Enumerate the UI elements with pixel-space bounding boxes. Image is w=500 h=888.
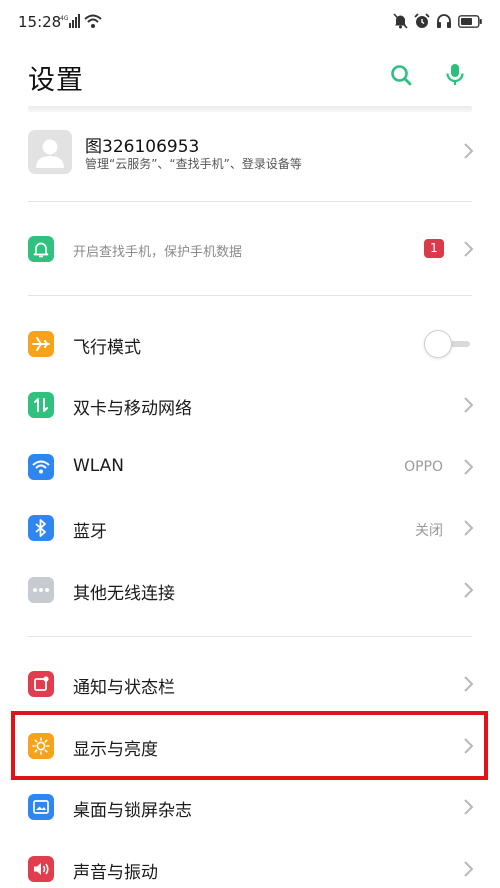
sound-vibration-row[interactable]: 声音与振动 xyxy=(0,841,500,888)
section-divider xyxy=(28,295,472,296)
chevron-right-icon xyxy=(464,241,474,257)
other-wireless-label: 其他无线连接 xyxy=(73,584,175,604)
chevron-right-icon xyxy=(464,397,474,413)
wallpaper-icon xyxy=(33,800,49,814)
section-divider xyxy=(28,636,472,637)
status-bar: 15:28 4G xyxy=(0,0,500,46)
sim-mobile-network-row[interactable]: 双卡与移动网络 xyxy=(0,377,500,433)
speaker-icon xyxy=(34,863,49,875)
battery-icon xyxy=(458,14,482,28)
airplane-icon xyxy=(32,337,50,351)
wifi-icon xyxy=(32,460,50,474)
chevron-right-icon xyxy=(464,582,474,598)
page-title: 设置 xyxy=(28,65,84,96)
wlan-row[interactable]: WLAN OPPO xyxy=(0,439,500,495)
more-dots-icon xyxy=(33,588,49,592)
avatar xyxy=(28,130,72,174)
toggle-knob xyxy=(424,330,452,358)
account-row[interactable]: 图326106953 管理“云服务”、“查找手机”、登录设备等 xyxy=(0,118,500,188)
alarm-icon xyxy=(414,13,430,28)
bluetooth-icon-tile xyxy=(28,515,54,541)
status-left-icons: 4G xyxy=(60,14,102,28)
chevron-right-icon xyxy=(464,861,474,877)
header-divider xyxy=(28,106,472,112)
airplane-mode-toggle[interactable] xyxy=(424,330,472,358)
wlan-icon-tile xyxy=(28,454,54,480)
chevron-right-icon xyxy=(464,799,474,815)
other-wireless-icon-tile xyxy=(28,577,54,603)
bell-icon xyxy=(33,242,49,257)
voice-search-button[interactable] xyxy=(440,60,470,90)
sim-icon-tile xyxy=(28,392,54,418)
sim-data-icon xyxy=(34,398,48,412)
headphones-icon xyxy=(437,14,451,28)
bluetooth-label: 蓝牙 xyxy=(73,522,107,542)
section-divider xyxy=(28,201,472,202)
search-icon xyxy=(391,65,412,86)
highlight-box xyxy=(11,711,488,780)
sound-vibration-label: 声音与振动 xyxy=(73,863,158,883)
chevron-right-icon xyxy=(464,459,474,475)
airplane-mode-label: 飞行模式 xyxy=(73,338,141,358)
status-time: 15:28 xyxy=(18,13,62,31)
airplane-icon-tile xyxy=(28,331,54,357)
account-subtitle: 管理“云服务”、“查找手机”、登录设备等 xyxy=(85,157,302,171)
home-lockscreen-label: 桌面与锁屏杂志 xyxy=(73,801,192,821)
svg-text:4G: 4G xyxy=(60,15,69,22)
find-phone-icon-tile xyxy=(28,236,54,262)
bluetooth-row[interactable]: 蓝牙 关闭 xyxy=(0,500,500,556)
wifi-icon xyxy=(84,14,102,28)
sim-mobile-network-label: 双卡与移动网络 xyxy=(73,399,192,419)
account-name: 图326106953 xyxy=(85,137,200,157)
chevron-right-icon xyxy=(464,143,474,159)
bluetooth-icon xyxy=(35,519,46,537)
notification-badge: 1 xyxy=(424,239,444,258)
find-phone-label: 开启查找手机，保护手机数据 xyxy=(73,245,243,260)
mute-icon xyxy=(393,13,408,29)
notification-icon-tile xyxy=(28,671,54,697)
notification-icon xyxy=(34,676,49,691)
user-icon xyxy=(36,139,64,168)
bluetooth-value: 关闭 xyxy=(415,523,443,539)
other-wireless-row[interactable]: 其他无线连接 xyxy=(0,562,500,618)
page-header: 设置 xyxy=(0,46,500,106)
airplane-mode-row[interactable]: 飞行模式 xyxy=(0,316,500,372)
wallpaper-icon-tile xyxy=(28,794,54,820)
wlan-value: OPPO xyxy=(404,459,443,475)
notification-statusbar-label: 通知与状态栏 xyxy=(73,678,175,698)
chevron-right-icon xyxy=(464,676,474,692)
notification-statusbar-row[interactable]: 通知与状态栏 xyxy=(0,656,500,712)
speaker-icon-tile xyxy=(28,856,54,882)
wlan-label: WLAN xyxy=(73,456,125,476)
home-lockscreen-row[interactable]: 桌面与锁屏杂志 xyxy=(0,779,500,835)
status-right-icons xyxy=(393,13,482,29)
microphone-icon xyxy=(446,64,464,85)
search-button[interactable] xyxy=(386,60,416,90)
chevron-right-icon xyxy=(464,520,474,536)
4g-signal-icon: 4G xyxy=(60,14,80,28)
find-phone-row[interactable]: 开启查找手机，保护手机数据 1 xyxy=(0,221,500,277)
